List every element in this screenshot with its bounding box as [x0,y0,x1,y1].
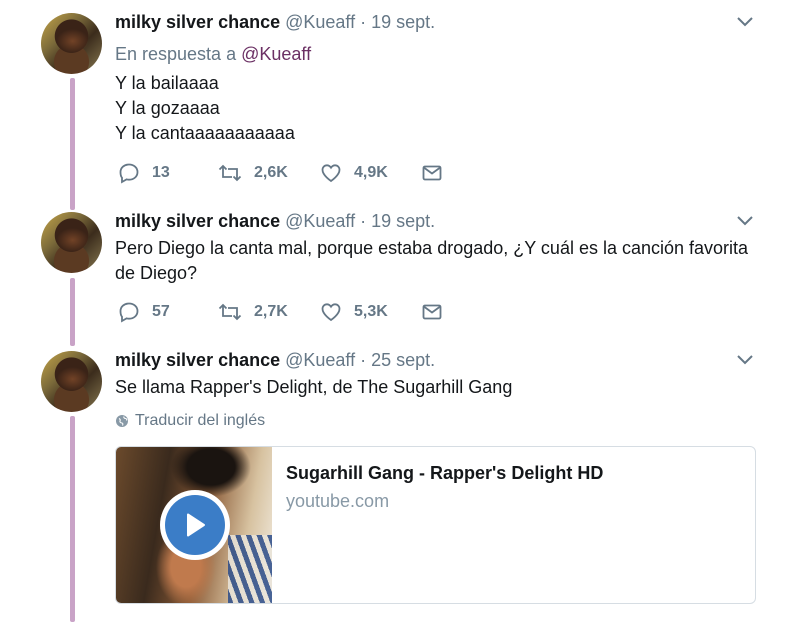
like-button[interactable]: 5,3K [320,301,388,323]
tweet[interactable]: milky silver chance @Kueaff · 19 sept. E… [0,0,800,200]
tweet[interactable]: milky silver chance @Kueaff · 19 sept. P… [0,200,800,340]
translate-label: Traducir del inglés [135,412,266,429]
reply-prefix: En respuesta a [115,44,237,64]
tweet-text: Se llama Rapper's Delight, de The Sugarh… [115,377,513,397]
heart-icon [321,303,341,322]
link-card[interactable]: Sugarhill Gang - Rapper's Delight HD you… [115,446,756,604]
video-thumbnail[interactable] [116,447,272,603]
tweet-header: milky silver chance @Kueaff · 19 sept. [115,11,435,33]
reply-button[interactable]: 13 [118,162,170,184]
like-count: 5,3K [354,303,388,320]
tweet-actions: 13 2,6K 4,9K [115,162,475,186]
tweet-header: milky silver chance @Kueaff · 25 sept. [115,349,435,371]
like-button[interactable]: 4,9K [320,162,388,184]
envelope-icon [422,165,442,181]
avatar[interactable] [41,212,102,273]
chevron-down-icon[interactable] [736,16,754,28]
tweet-text: Y la bailaaaa Y la gozaaaa Y la cantaaaa… [115,71,755,146]
retweet-icon [218,303,242,321]
chevron-down-icon[interactable] [736,215,754,227]
retweet-icon [218,164,242,182]
reply-count: 13 [152,164,170,181]
tweet-meta[interactable]: @Kueaff · 19 sept. [285,211,435,231]
tweet-meta[interactable]: @Kueaff · 19 sept. [285,12,435,32]
tweet-text: Pero Diego la canta mal, porque estaba d… [115,238,749,283]
envelope-icon [422,304,442,320]
globe-icon [116,415,128,427]
like-count: 4,9K [354,164,388,181]
translate-link[interactable]: Traducir del inglés [115,412,265,430]
avatar[interactable] [41,13,102,74]
tweet-header: milky silver chance @Kueaff · 19 sept. [115,210,435,232]
retweet-button[interactable]: 2,6K [218,162,288,184]
tweet-text-line: Y la cantaaaaaaaaaaa [115,123,295,143]
heart-icon [321,164,341,183]
reply-icon [119,163,139,184]
direct-message-button[interactable] [421,301,443,323]
reply-button[interactable]: 57 [118,301,170,323]
author-name[interactable]: milky silver chance [115,350,280,370]
direct-message-button[interactable] [421,162,443,184]
thumbnail-detail [228,535,272,603]
card-domain: youtube.com [286,491,390,511]
retweet-count: 2,7K [254,303,288,320]
reply-icon [119,302,139,323]
tweet-actions: 57 2,7K 5,3K [115,301,475,325]
tweet-text-line: Y la bailaaaa [115,73,219,93]
chevron-down-icon[interactable] [736,354,754,366]
play-button[interactable] [160,490,230,560]
avatar[interactable] [41,351,102,412]
reply-handle-link[interactable]: @Kueaff [241,44,311,64]
tweet-text-line: Y la gozaaaa [115,98,220,118]
reply-context: En respuesta a @Kueaff [115,43,311,65]
author-name[interactable]: milky silver chance [115,12,280,32]
play-icon [187,513,205,537]
retweet-count: 2,6K [254,164,288,181]
tweet-meta[interactable]: @Kueaff · 25 sept. [285,350,435,370]
card-title[interactable]: Sugarhill Gang - Rapper's Delight HD [286,463,603,484]
retweet-button[interactable]: 2,7K [218,301,288,323]
author-name[interactable]: milky silver chance [115,211,280,231]
reply-count: 57 [152,303,170,320]
